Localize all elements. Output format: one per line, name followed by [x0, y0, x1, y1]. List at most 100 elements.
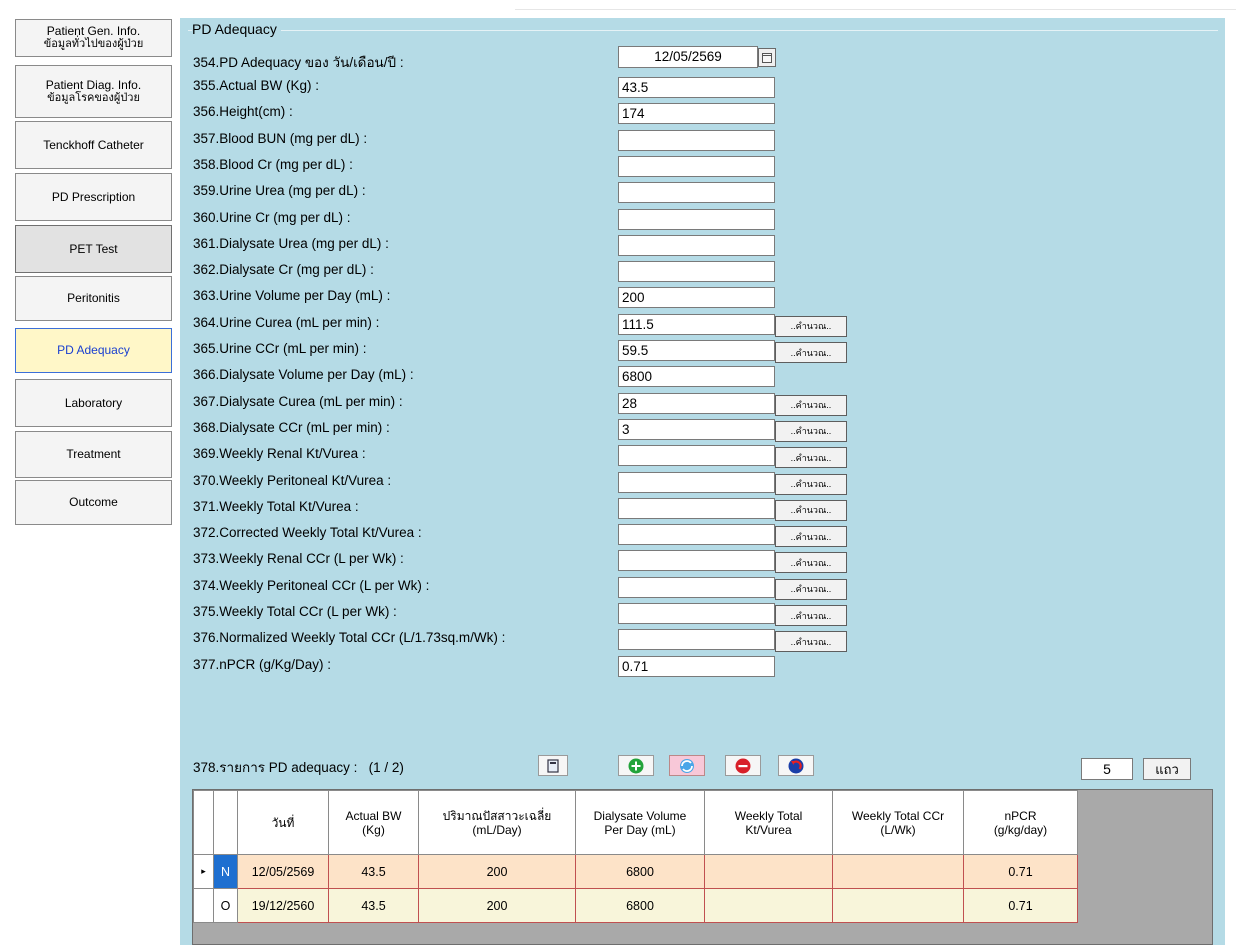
- nav-tenckhoff-catheter[interactable]: Tenckhoff Catheter: [15, 121, 172, 169]
- field-input[interactable]: 111.5: [618, 313, 775, 335]
- field-input[interactable]: [618, 208, 775, 230]
- delete-button[interactable]: [725, 755, 761, 776]
- field-input[interactable]: 174: [618, 103, 775, 125]
- calculate-button[interactable]: ..คำนวณ..: [775, 394, 847, 416]
- field-label: 355.Actual BW (Kg) :: [193, 78, 320, 93]
- nav-pd-adequacy[interactable]: PD Adequacy: [15, 328, 172, 373]
- nav-label: Outcome: [69, 495, 118, 509]
- field-label: 356.Height(cm) :: [193, 104, 293, 120]
- calculate-button[interactable]: ..คำนวณ..: [775, 605, 847, 626]
- grid-cell[interactable]: 200: [418, 854, 576, 889]
- nav-label: PET Test: [69, 241, 118, 256]
- add-button[interactable]: [618, 755, 654, 776]
- table-row[interactable]: ▸ N 12/05/2569 43.5 200 6800 0.71: [193, 854, 1078, 889]
- nav-treatment[interactable]: Treatment: [15, 431, 172, 478]
- field-input[interactable]: [618, 603, 775, 624]
- field-label: 364.Urine Curea (mL per min) :: [193, 314, 380, 330]
- field-input[interactable]: [618, 182, 775, 204]
- rows-per-page-button[interactable]: แถว: [1143, 758, 1191, 780]
- grid-cell[interactable]: 6800: [575, 888, 705, 923]
- grid-header-cell[interactable]: Weekly Total Kt/Vurea: [704, 790, 833, 855]
- grid-cell[interactable]: 19/12/2560: [237, 888, 329, 923]
- nav-pd-prescription[interactable]: PD Prescription: [15, 173, 172, 221]
- calculate-button[interactable]: ..คำนวณ..: [775, 499, 847, 521]
- field-input[interactable]: 43.5: [618, 77, 775, 98]
- field-input[interactable]: 6800: [618, 366, 775, 388]
- field-label: 363.Urine Volume per Day (mL) :: [193, 288, 391, 304]
- pd-adequacy-grid[interactable]: วันที่ Actual BW (Kg) ปริมาณปัสสาวะเฉลี่ย…: [192, 789, 1213, 945]
- row-indicator[interactable]: [193, 888, 214, 923]
- undo-button[interactable]: [778, 755, 814, 776]
- grid-cell[interactable]: [832, 854, 964, 889]
- rows-per-page-input[interactable]: 5: [1081, 758, 1133, 780]
- nav-peritonitis[interactable]: Peritonitis: [15, 276, 172, 321]
- field-input[interactable]: [618, 471, 775, 493]
- field-label: 376.Normalized Weekly Total CCr (L/1.73s…: [193, 630, 506, 646]
- grid-cell[interactable]: 43.5: [328, 888, 419, 923]
- field-input[interactable]: 0.71: [618, 655, 775, 677]
- field-input[interactable]: [618, 629, 775, 651]
- nav-pet-test[interactable]: PET Test: [15, 225, 172, 273]
- field-input[interactable]: 200: [618, 287, 775, 309]
- grid-header-cell[interactable]: nPCR (g/kg/day): [963, 790, 1078, 855]
- grid-cell[interactable]: 200: [418, 888, 576, 923]
- row-status: N: [213, 854, 238, 889]
- refresh-button[interactable]: [669, 755, 705, 776]
- sidebar: Patient Gen. Info. ข้อมูลทั่วไปของผู้ป่ว…: [0, 18, 181, 945]
- calculate-button[interactable]: ..คำนวณ..: [775, 578, 847, 600]
- row-indicator[interactable]: ▸: [193, 854, 214, 889]
- nav-laboratory[interactable]: Laboratory: [15, 379, 172, 427]
- calculate-button[interactable]: ..คำนวณ..: [775, 473, 847, 495]
- grid-header-cell[interactable]: Dialysate Volume Per Day (mL): [575, 790, 705, 855]
- grid-header-cell[interactable]: Weekly Total CCr (L/Wk): [832, 790, 964, 855]
- grid-cell[interactable]: 6800: [575, 854, 705, 889]
- grid-cell[interactable]: 43.5: [328, 854, 419, 889]
- grid-header-cell[interactable]: Actual BW (Kg): [328, 790, 419, 855]
- nav-outcome[interactable]: Outcome: [15, 480, 172, 525]
- date-field[interactable]: 12/05/2569: [618, 46, 758, 68]
- field-input[interactable]: [618, 234, 775, 256]
- grid-cell[interactable]: [704, 854, 833, 889]
- add-icon: [628, 758, 644, 773]
- field-input[interactable]: [618, 497, 775, 519]
- grid-cell[interactable]: 0.71: [963, 888, 1078, 923]
- report-button[interactable]: [538, 755, 568, 776]
- grid-header-row: วันที่ Actual BW (Kg) ปริมาณปัสสาวะเฉลี่ย…: [193, 790, 1078, 855]
- grid-header-status: [213, 790, 238, 855]
- undo-icon: [788, 758, 804, 773]
- list-label: 378.รายการ PD adequacy : (1 / 2): [193, 756, 404, 778]
- calculate-button[interactable]: ..คำนวณ..: [775, 552, 847, 574]
- field-input[interactable]: 28: [618, 392, 775, 414]
- nav-patient-diag-info[interactable]: Patient Diag. Info. ข้อมูลโรคของผู้ป่วย: [15, 65, 172, 118]
- field-input[interactable]: [618, 550, 775, 572]
- field-input[interactable]: [618, 445, 775, 467]
- grid-header-cell[interactable]: วันที่: [237, 790, 329, 855]
- field-label: 374.Weekly Peritoneal CCr (L per Wk) :: [193, 577, 430, 593]
- field-input[interactable]: 3: [618, 418, 775, 440]
- field-label: 366.Dialysate Volume per Day (mL) :: [193, 367, 414, 383]
- list-pager: (1 / 2): [368, 760, 404, 775]
- row-status: O: [213, 888, 238, 923]
- calculate-button[interactable]: ..คำนวณ..: [775, 315, 847, 337]
- field-input[interactable]: [618, 129, 775, 151]
- nav-patient-gen-info[interactable]: Patient Gen. Info. ข้อมูลทั่วไปของผู้ป่ว…: [15, 19, 172, 57]
- calculate-button[interactable]: ..คำนวณ..: [775, 420, 847, 442]
- calendar-icon[interactable]: [758, 48, 776, 67]
- calculate-button[interactable]: ..คำนวณ..: [775, 631, 847, 653]
- grid-header-cell[interactable]: ปริมาณปัสสาวะเฉลี่ย (mL/Day): [418, 790, 576, 855]
- grid-cell[interactable]: 12/05/2569: [237, 854, 329, 889]
- calculate-button[interactable]: ..คำนวณ..: [775, 526, 847, 548]
- grid-cell[interactable]: [832, 888, 964, 923]
- field-input[interactable]: [618, 524, 775, 546]
- calculate-button[interactable]: ..คำนวณ..: [775, 342, 847, 363]
- field-input[interactable]: [618, 155, 775, 177]
- grid-header-indicator: [193, 790, 214, 855]
- table-row[interactable]: O 19/12/2560 43.5 200 6800 0.71: [193, 888, 1078, 923]
- nav-label: Peritonitis: [67, 291, 120, 305]
- grid-cell[interactable]: 0.71: [963, 854, 1078, 889]
- field-input[interactable]: [618, 576, 775, 598]
- calculate-button[interactable]: ..คำนวณ..: [775, 447, 847, 469]
- field-input[interactable]: [618, 261, 775, 283]
- grid-cell[interactable]: [704, 888, 833, 923]
- field-input[interactable]: 59.5: [618, 340, 775, 361]
